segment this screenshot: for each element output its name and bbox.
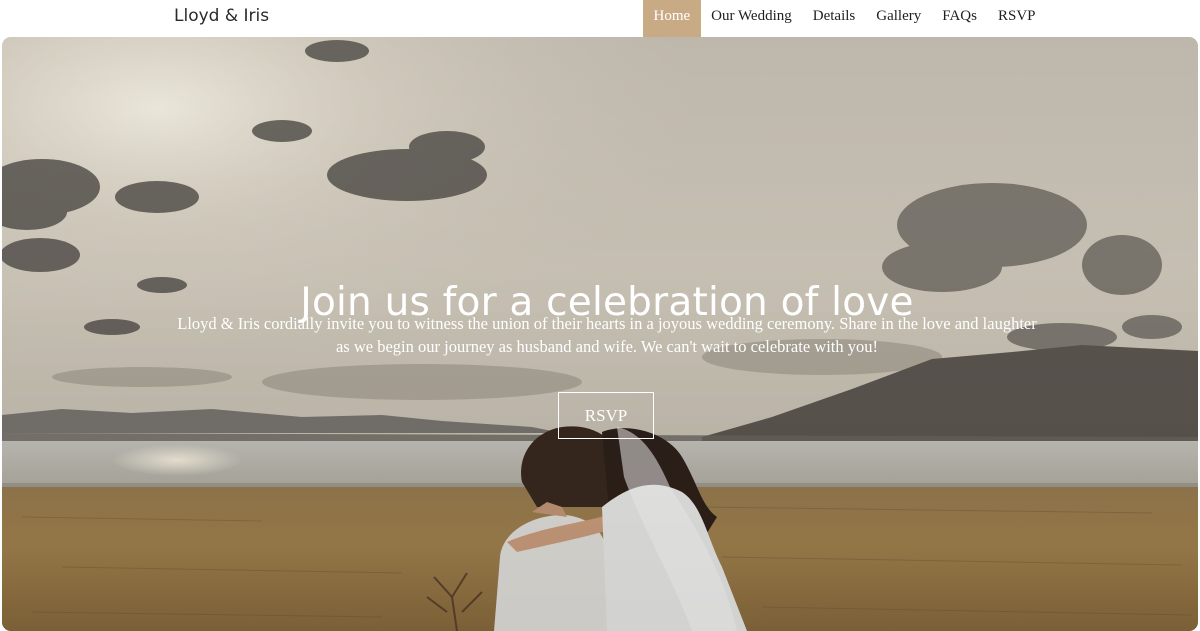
main-nav: Home Our Wedding Details Gallery FAQs RS…	[643, 0, 1046, 37]
rsvp-button[interactable]: RSVP	[558, 392, 654, 439]
nav-gallery[interactable]: Gallery	[866, 0, 932, 37]
nav-faqs[interactable]: FAQs	[932, 0, 988, 37]
hero-description: Lloyd & Iris cordially invite you to wit…	[177, 314, 1037, 356]
nav-details[interactable]: Details	[802, 0, 866, 37]
nav-home[interactable]: Home	[643, 0, 701, 37]
site-brand[interactable]: Lloyd & Iris	[174, 6, 269, 26]
nav-our-wedding[interactable]: Our Wedding	[701, 0, 803, 37]
hero-section: Join us for a celebration of love Lloyd …	[2, 37, 1198, 631]
top-navbar: Lloyd & Iris Home Our Wedding Details Ga…	[0, 0, 1200, 37]
nav-rsvp[interactable]: RSVP	[987, 0, 1046, 37]
